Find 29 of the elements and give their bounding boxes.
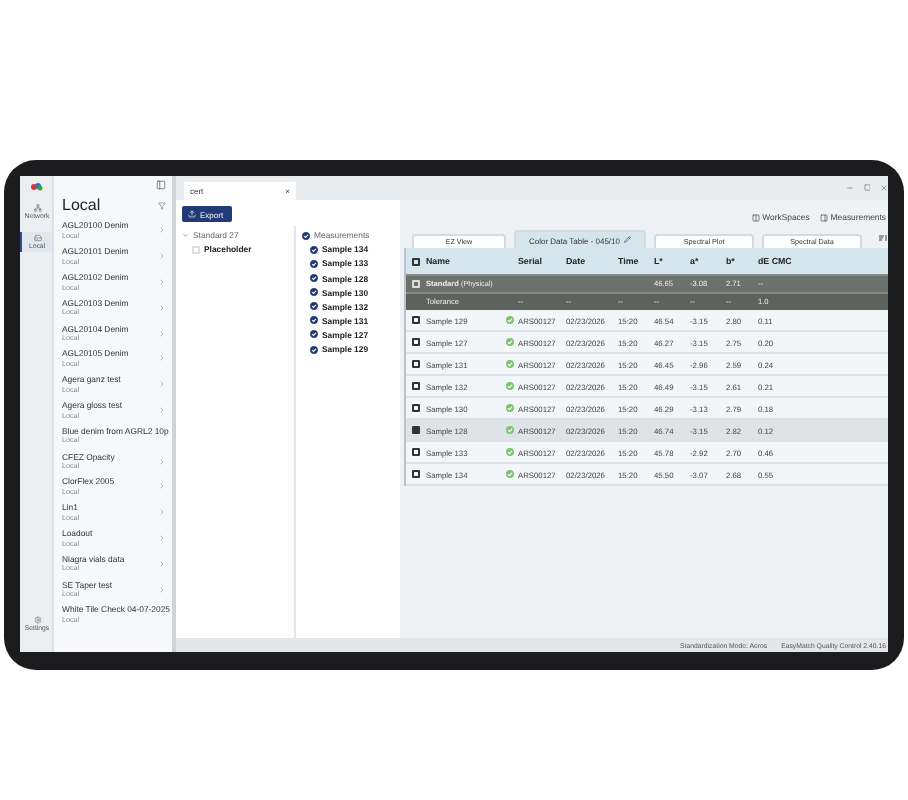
network-icon [33,204,41,212]
checkbox-icon[interactable] [310,245,318,254]
select-all-checkbox[interactable] [412,257,420,265]
columns-icon [751,213,760,221]
app-logo-icon [29,182,43,192]
node-square-icon [192,245,200,253]
row-checkbox[interactable] [412,338,420,346]
checkbox-icon[interactable] [310,288,318,297]
checkbox-icon[interactable] [310,330,318,339]
checkbox-icon[interactable] [310,302,318,311]
panel-toggle-icon[interactable] [156,180,166,190]
row-checkbox[interactable] [412,404,420,412]
row-checkbox[interactable] [412,382,420,390]
upload-icon [188,210,196,218]
drive-icon [33,234,41,242]
row-checkbox[interactable] [412,316,420,324]
row-checkbox[interactable] [412,470,420,478]
checkbox-icon[interactable] [302,231,310,240]
settings-icon [33,616,41,624]
checkbox-icon[interactable] [310,345,318,354]
pencil-icon [624,236,631,244]
row-checkbox[interactable] [412,448,420,456]
panel-icon [819,213,828,221]
row-checkbox[interactable] [412,426,420,434]
checkbox-icon[interactable] [310,316,318,325]
row-checkbox[interactable] [412,360,420,368]
checkbox-icon[interactable] [310,274,318,283]
checkbox-icon[interactable] [310,259,318,268]
sidebar-title: Local [62,196,101,214]
